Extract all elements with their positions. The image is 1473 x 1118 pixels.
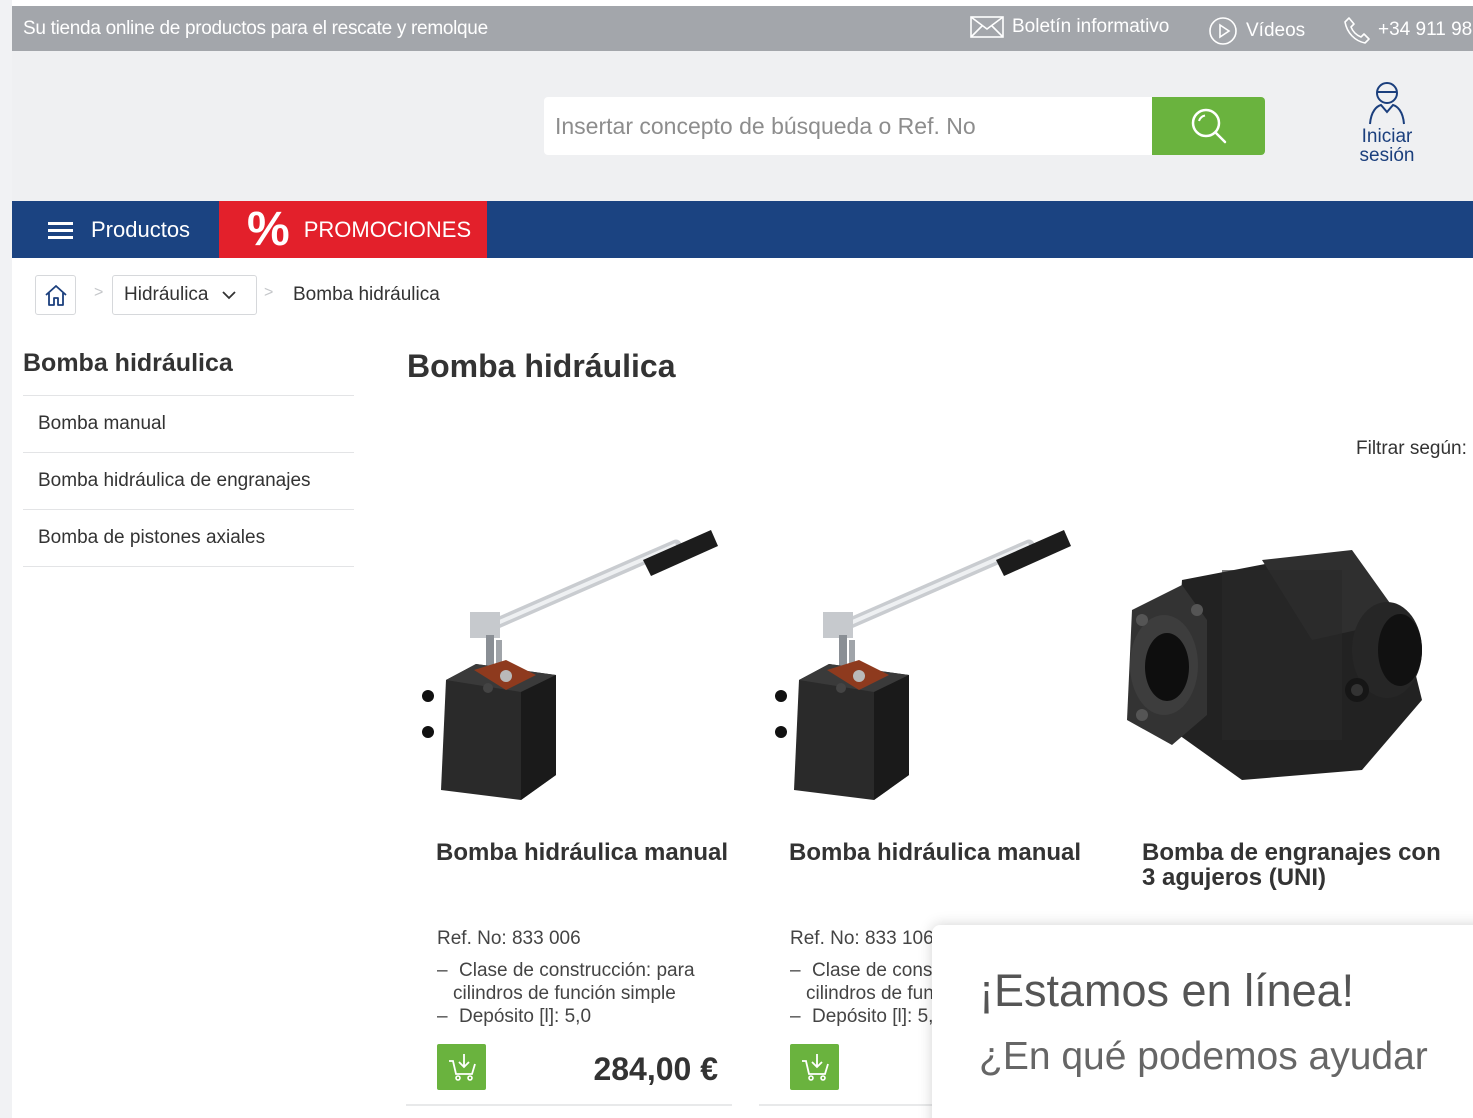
hamburger-icon [48,221,73,239]
card-divider [406,1104,732,1106]
play-circle-icon [1209,17,1237,45]
top-bar: Su tienda online de productos para el re… [12,6,1473,51]
newsletter-link[interactable]: Boletín informativo [970,16,1169,38]
filter-label: Filtrar según: [1356,438,1467,459]
breadcrumb-category-label: Hidráulica [124,284,209,305]
bullet-dash: – [437,1006,448,1027]
left-strip [0,0,12,1118]
sidebar-category-list: Bomba manual Bomba hidráulica de engrana… [23,395,354,567]
product-feature-text: Clase de construcción: para cilindros de… [453,960,695,1004]
product-feature-text: Depósito [l]: 5,0 [459,1006,592,1027]
breadcrumb-current: Bomba hidráulica [293,284,440,305]
chat-subtitle: ¿En qué podemos ayudar [979,1035,1428,1078]
hand-pump-image[interactable] [406,500,736,810]
main-nav: Productos % PROMOCIONES [12,201,1473,258]
chat-widget[interactable]: ¡Estamos en línea! ¿En qué podemos ayuda… [932,925,1473,1118]
breadcrumb-separator: > [94,284,104,301]
header: Iniciar sesión [12,51,1473,201]
gear-pump-image[interactable] [1112,500,1442,810]
search-button[interactable] [1152,97,1265,155]
product-feature-text: Depósito [l]: 5,0 [812,1006,945,1027]
promotions-label: PROMOCIONES [303,216,472,242]
chevron-down-icon [222,290,237,299]
sidebar-item-bomba-pistones[interactable]: Bomba de pistones axiales [23,510,354,567]
bullet-dash: – [790,1006,801,1027]
product-ref: Ref. No: 833 106 [790,928,934,949]
newsletter-label: Boletín informativo [1012,16,1170,37]
user-icon [1369,82,1405,125]
products-label: Productos [91,216,191,242]
videos-label: Vídeos [1246,20,1306,41]
product-name[interactable]: Bomba de engranajes con 3 agujeros (UNI) [1142,840,1442,890]
product-feature: – Depósito [l]: 5,0 [437,1005,727,1028]
page-title: Bomba hidráulica [407,348,676,384]
cart-icon [448,1054,476,1081]
search-bar [544,97,1265,155]
tagline: Su tienda online de productos para el re… [23,18,488,39]
sidebar-item-bomba-manual[interactable]: Bomba manual [23,396,354,453]
chat-title: ¡Estamos en línea! [979,965,1355,1016]
search-input[interactable] [544,97,1152,155]
percent-icon: % [247,202,290,256]
login-label-line1: Iniciar [1361,126,1413,147]
phone-label: +34 911 98 [1378,19,1473,40]
add-to-cart-button[interactable] [790,1044,839,1090]
breadcrumb-separator: > [264,284,274,301]
product-feature: – Clase de construcción: para cilindros d… [437,959,727,1005]
products-menu-button[interactable]: Productos [12,201,219,258]
login-button[interactable]: Iniciar sesión [1352,81,1422,165]
bullet-dash: – [437,960,448,981]
search-icon [1191,108,1226,144]
phone-link[interactable]: +34 911 98 [1344,16,1472,44]
sidebar-item-bomba-engranajes[interactable]: Bomba hidráulica de engranajes [23,453,354,510]
breadcrumb-category-dropdown[interactable]: Hidráulica [112,275,257,315]
envelope-icon [970,16,1004,38]
breadcrumb-home[interactable] [35,275,76,315]
login-label-line2: sesión [1359,145,1415,166]
add-to-cart-button[interactable] [437,1044,486,1090]
product-price: 284,00 € [593,1051,718,1087]
bullet-dash: – [790,960,801,981]
product-features: – Clase de construcción: para cilindros d… [437,959,727,1028]
phone-icon [1344,17,1370,44]
promotions-button[interactable]: % PROMOCIONES [219,201,487,258]
product-name[interactable]: Bomba hidráulica manual [436,840,736,865]
cart-icon [801,1054,829,1081]
videos-link[interactable]: Vídeos [1208,16,1305,46]
hand-pump-image[interactable] [759,500,1089,810]
product-name[interactable]: Bomba hidráulica manual [789,840,1089,865]
sidebar-title: Bomba hidráulica [23,349,233,377]
product-ref: Ref. No: 833 006 [437,928,581,949]
page: Su tienda online de productos para el re… [0,0,1473,1118]
home-icon [44,285,67,306]
